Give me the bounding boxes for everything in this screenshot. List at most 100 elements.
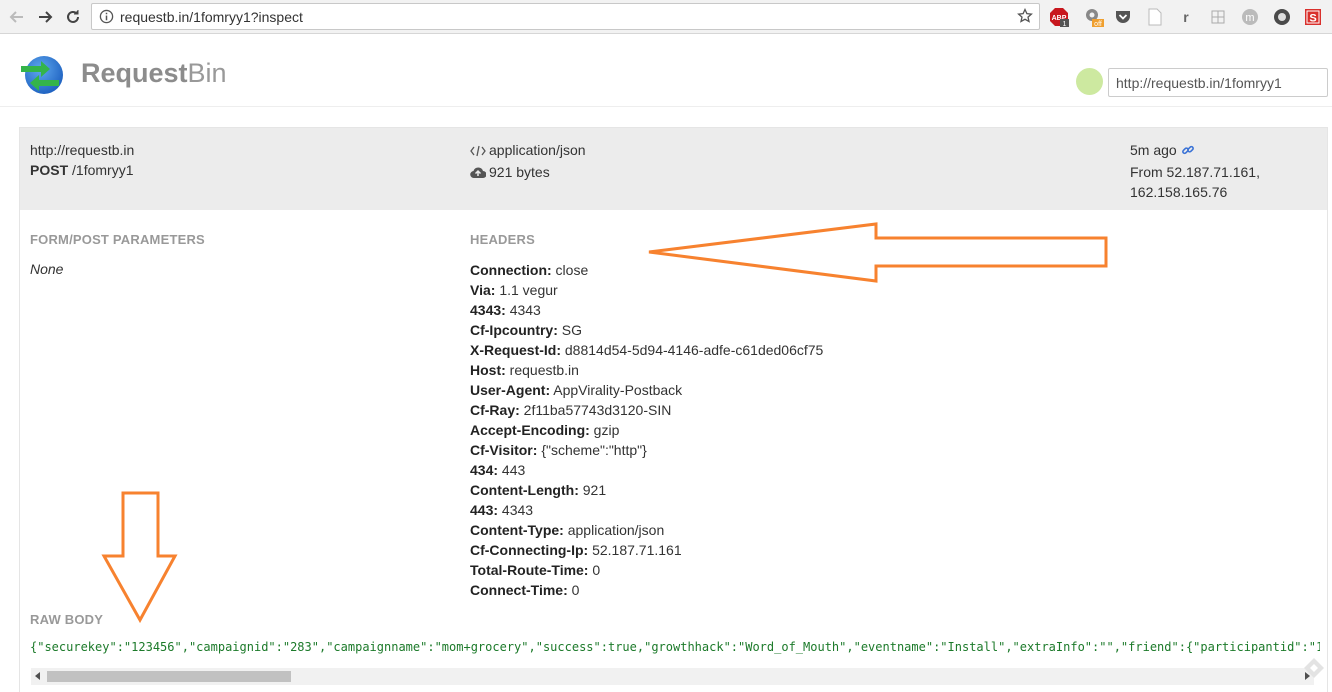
content-type: application/json [489,142,586,158]
raw-body-content: {"securekey":"123456","campaignid":"283"… [30,640,1320,654]
header-value: application/json [567,522,665,538]
request-time-source: 5m ago From 52.187.71.161, 162.158.165.7… [1130,140,1260,202]
extension-off-badge: off [1094,21,1102,27]
header-key: X-Request-Id: [470,342,561,358]
app-header: RequestBin [0,35,1332,107]
header-value: SG [561,322,583,338]
request-method: POST [30,162,69,178]
header-row: Host: requestb.in [470,360,823,380]
header-value: 52.187.71.161 [592,542,682,558]
request-card: http://requestb.in POST /1fomryy1 applic… [19,127,1328,692]
grid-extension-icon[interactable] [1208,7,1228,27]
header-key: 4343: [470,302,506,318]
header-row: Cf-Connecting-Ip: 52.187.71.161 [470,540,823,560]
reload-icon [67,10,79,23]
back-arrow-icon [9,11,23,23]
brand-title[interactable]: RequestBin [81,58,227,89]
bookmark-star-icon[interactable] [1017,7,1033,27]
header-row: Content-Type: application/json [470,520,823,540]
requestbin-logo-icon[interactable] [19,55,65,98]
header-row: Cf-Ipcountry: SG [470,320,823,340]
header-value: close [555,262,589,278]
headers-title: HEADERS [470,232,535,247]
header-row: Connect-Time: 0 [470,580,823,600]
m-extension-icon[interactable]: m [1240,7,1260,27]
corner-badge-icon [1302,656,1326,683]
reload-button[interactable] [62,6,84,28]
header-value: 0 [571,582,580,598]
header-value: 2f11ba57743d3120-SIN [523,402,672,418]
header-row: 4343: 4343 [470,300,823,320]
header-key: Cf-Ipcountry: [470,322,558,338]
request-method-path: POST /1fomryy1 [30,160,134,180]
header-value: d8814d54-5d94-4146-adfe-c61ded06cf75 [564,342,824,358]
browser-toolbar: requestb.in/1fomryy1?inspect ABP 1 off r … [0,0,1332,34]
scroll-left-arrow-icon[interactable] [35,672,40,680]
request-host-url: http://requestb.in [30,142,135,158]
header-key: Cf-Visitor: [470,442,538,458]
info-icon[interactable] [99,9,114,27]
address-bar[interactable]: requestb.in/1fomryy1?inspect [91,3,1040,30]
source-ip-line1: From 52.187.71.161, [1130,164,1260,180]
headers-list: Connection: close Via: 1.1 vegur 4343: 434… [470,260,823,600]
address-text: requestb.in/1fomryy1?inspect [120,9,303,25]
header-key: User-Agent: [470,382,551,398]
link-icon[interactable] [1181,142,1195,162]
header-value: 4343 [501,502,534,518]
s-extension-label: S [1309,13,1316,25]
header-row: 434: 443 [470,460,823,480]
header-value: 1.1 vegur [499,282,558,298]
m-extension-label: m [1245,12,1254,24]
source-ip-line2: 162.158.165.76 [1130,184,1228,200]
header-key: 434: [470,462,499,478]
content-size: 921 bytes [489,164,550,180]
horizontal-scrollbar[interactable] [31,668,1314,685]
adblock-icon[interactable]: ABP 1 [1049,7,1069,27]
header-value: 443 [501,462,526,478]
scrollbar-thumb[interactable] [47,671,291,682]
header-key: Connection: [470,262,552,278]
header-key: Connect-Time: [470,582,568,598]
brand-bold: Request [81,58,188,88]
header-row: Accept-Encoding: gzip [470,420,823,440]
forward-button[interactable] [34,6,56,28]
header-row: Cf-Visitor: {"scheme":"http"} [470,440,823,460]
page-icon[interactable] [1145,7,1165,27]
pocket-icon[interactable] [1113,7,1133,27]
header-value: AppVirality-Postback [553,382,683,398]
brand-rest: Bin [187,58,227,88]
adblock-badge: 1 [1063,21,1067,27]
r-extension-icon[interactable]: r [1176,7,1196,27]
extension-off-icon[interactable]: off [1084,7,1104,27]
forward-arrow-icon [39,11,53,23]
header-key: 443: [470,502,499,518]
status-indicator [1076,68,1103,95]
header-key: Via: [470,282,496,298]
time-ago: 5m ago [1130,142,1177,158]
header-key: Host: [470,362,506,378]
s-extension-icon[interactable]: S [1303,7,1323,27]
header-row: Cf-Ray: 2f11ba57743d3120-SIN [470,400,823,420]
request-path: /1fomryy1 [72,162,134,178]
header-value: 921 [582,482,607,498]
header-row: Via: 1.1 vegur [470,280,823,300]
header-row: Content-Length: 921 [470,480,823,500]
header-value: requestb.in [509,362,579,378]
code-icon [470,142,486,162]
header-value: 0 [592,562,601,578]
back-button[interactable] [6,6,28,28]
bin-url-input[interactable] [1108,68,1328,97]
header-value: 4343 [509,302,541,318]
circle-extension-icon[interactable] [1272,7,1292,27]
form-params-value: None [30,261,64,277]
header-key: Accept-Encoding: [470,422,590,438]
header-row: 443: 4343 [470,500,823,520]
time-row: 5m ago [1130,140,1260,162]
header-row: Total-Route-Time: 0 [470,560,823,580]
form-params-title: FORM/POST PARAMETERS [30,232,205,247]
content-type-row: application/json [470,140,586,162]
header-key: Total-Route-Time: [470,562,589,578]
raw-body-title: RAW BODY [30,612,104,627]
header-key: Cf-Connecting-Ip: [470,542,589,558]
header-row: X-Request-Id: d8814d54-5d94-4146-adfe-c6… [470,340,823,360]
